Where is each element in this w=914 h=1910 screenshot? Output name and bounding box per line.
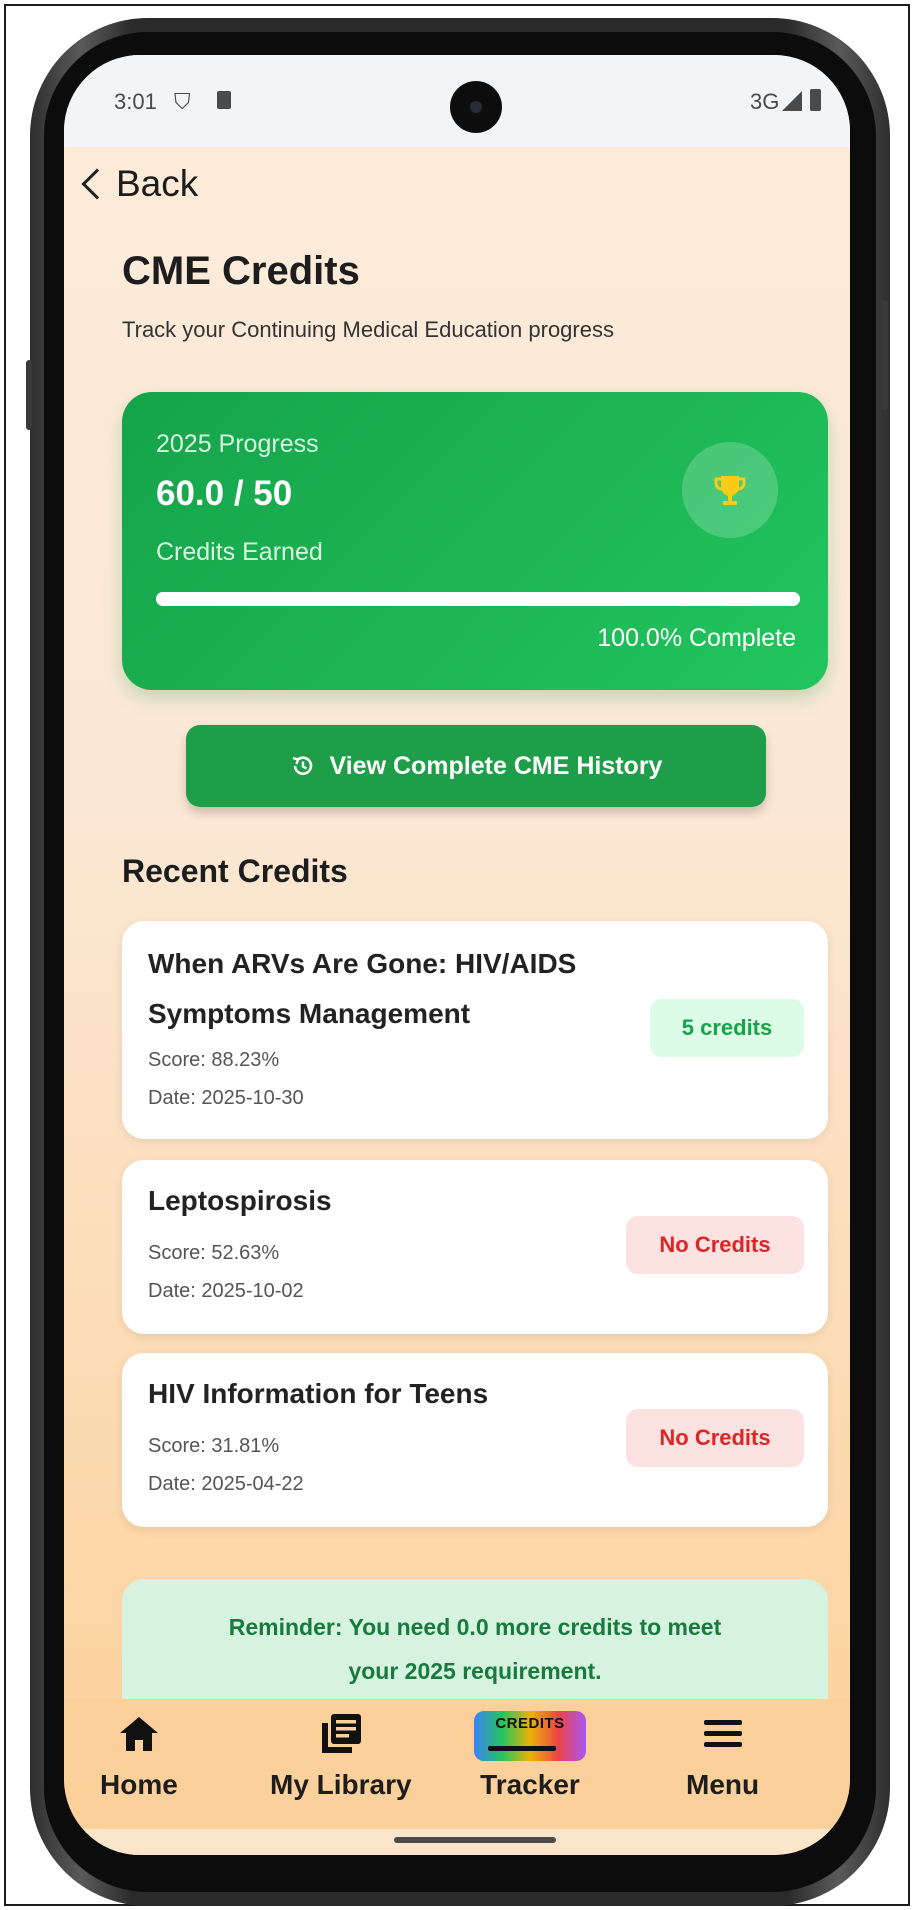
nav-my-library[interactable]: My Library	[270, 1711, 412, 1801]
library-icon	[321, 1714, 361, 1753]
network-type: 3G	[750, 89, 780, 114]
progress-bar	[156, 592, 800, 606]
gesture-area	[64, 1829, 850, 1855]
status-time: 3:01	[114, 89, 157, 114]
home-gesture-bar[interactable]	[394, 1837, 556, 1843]
nav-home-label: Home	[100, 1769, 178, 1800]
credits-badge: 5 credits	[650, 999, 804, 1057]
credit-title: HIV Information for Teens	[148, 1378, 489, 1409]
signal-icon	[782, 91, 802, 111]
credits-icon-text: CREDITS	[495, 1715, 565, 1732]
front-camera	[450, 81, 502, 133]
reminder-line-2: your 2025 requirement.	[348, 1658, 602, 1684]
credits-earned-label: Credits Earned	[156, 538, 323, 566]
menu-icon	[703, 1720, 742, 1747]
view-history-label: View Complete CME History	[329, 751, 663, 780]
nav-menu[interactable]: Menu	[686, 1711, 759, 1801]
credit-score: Score: 52.63%	[148, 1242, 280, 1264]
sim-card-icon	[217, 91, 231, 109]
credit-date: Date: 2025-10-02	[148, 1280, 304, 1302]
progress-complete-label: 100.0% Complete	[597, 624, 796, 652]
app-screen: 3:01 ⛉ 3G Back CME Credits Track your Co…	[64, 55, 850, 1855]
nav-tracker-label: Tracker	[480, 1769, 580, 1800]
credit-card[interactable]: HIV Information for Teens Score: 31.81% …	[122, 1353, 828, 1527]
credit-score: Score: 31.81%	[148, 1435, 280, 1457]
trophy-badge	[682, 442, 778, 538]
nav-tracker[interactable]: CREDITS Tracker	[474, 1711, 586, 1801]
credits-value: 60.0 / 50	[156, 474, 293, 513]
back-label: Back	[116, 163, 199, 204]
nav-library-label: My Library	[270, 1769, 412, 1800]
credit-title-line2: Symptoms Management	[148, 998, 471, 1029]
reminder-line-1: Reminder: You need 0.0 more credits to m…	[228, 1614, 722, 1640]
back-button[interactable]: Back	[76, 163, 198, 205]
no-credits-badge: No Credits	[626, 1216, 804, 1274]
progress-card: 2025 Progress 60.0 / 50 Credits Earned 1…	[122, 392, 828, 690]
credit-score: Score: 88.23%	[148, 1049, 280, 1071]
credit-date: Date: 2025-04-22	[148, 1473, 304, 1495]
credit-title: Leptospirosis	[148, 1185, 332, 1216]
bottom-nav: Home My Library CREDITS Tracker Menu	[64, 1699, 850, 1829]
progress-year-label: 2025 Progress	[156, 430, 319, 458]
credit-card[interactable]: When ARVs Are Gone: HIV/AIDS Symptoms Ma…	[122, 921, 828, 1139]
reminder-text: Reminder: You need 0.0 more credits to m…	[162, 1605, 788, 1693]
credit-title: When ARVs Are Gone: HIV/AIDS	[148, 948, 577, 979]
trophy-icon	[714, 476, 746, 505]
shield-icon: ⛉	[174, 89, 191, 114]
recent-credits-heading: Recent Credits	[122, 853, 348, 889]
history-icon	[292, 756, 312, 775]
battery-icon	[810, 89, 821, 111]
nav-home[interactable]: Home	[100, 1711, 178, 1801]
credit-card[interactable]: Leptospirosis Score: 52.63% Date: 2025-1…	[122, 1160, 828, 1334]
page-title: CME Credits	[122, 249, 360, 293]
progress-bar-fill	[156, 592, 800, 606]
nav-menu-label: Menu	[686, 1769, 760, 1800]
no-credits-badge: No Credits	[626, 1409, 804, 1467]
status-bar: 3:01 ⛉ 3G	[64, 55, 850, 147]
power-button	[882, 300, 888, 410]
credits-icon-bar	[488, 1746, 556, 1751]
reminder-banner: Reminder: You need 0.0 more credits to m…	[122, 1579, 828, 1709]
page-subtitle: Track your Continuing Medical Education …	[122, 317, 614, 342]
volume-button	[26, 360, 32, 430]
credit-date: Date: 2025-10-30	[148, 1087, 304, 1109]
credits-tracker-icon: CREDITS	[474, 1711, 586, 1761]
view-history-button[interactable]: View Complete CME History	[186, 725, 766, 807]
home-icon	[119, 1717, 158, 1751]
chevron-left-icon	[81, 168, 113, 200]
